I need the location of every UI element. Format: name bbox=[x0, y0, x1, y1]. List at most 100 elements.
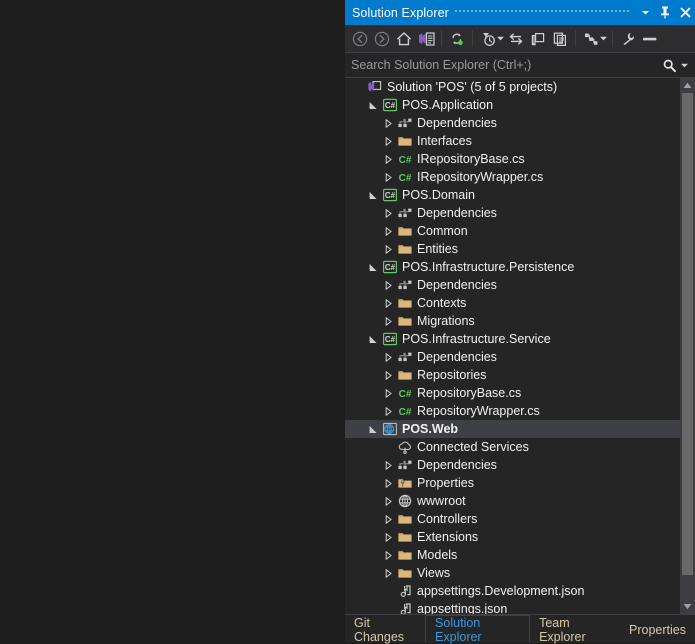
tree-node-dependencies[interactable]: Dependencies bbox=[345, 204, 680, 222]
tab-team-explorer[interactable]: Team Explorer bbox=[530, 615, 620, 644]
tree-twisty-collapsed-icon[interactable] bbox=[380, 546, 396, 564]
search-bar[interactable] bbox=[345, 52, 695, 78]
vertical-scrollbar[interactable] bbox=[680, 78, 695, 614]
back-icon[interactable] bbox=[349, 28, 371, 50]
tree-twisty-collapsed-icon[interactable] bbox=[380, 222, 396, 240]
tree-twisty-expanded-icon[interactable] bbox=[365, 96, 381, 114]
tree-node-entities[interactable]: Entities bbox=[345, 240, 680, 258]
titlebar-drag-handle[interactable] bbox=[454, 0, 629, 25]
tab-git-changes[interactable]: Git Changes bbox=[345, 616, 425, 644]
tab-label: Properties bbox=[629, 622, 687, 637]
tree-twisty-collapsed-icon[interactable] bbox=[380, 132, 396, 150]
search-chevron-down-icon[interactable] bbox=[677, 63, 691, 68]
tree-twisty-collapsed-icon[interactable] bbox=[380, 240, 396, 258]
tree-twisty-collapsed-icon[interactable] bbox=[380, 168, 396, 186]
connected-services-icon bbox=[396, 438, 414, 456]
tree-twisty-collapsed-icon[interactable] bbox=[380, 276, 396, 294]
scrollbar-thumb[interactable] bbox=[682, 93, 693, 575]
tree-node-irepositorywrapper-cs[interactable]: C# IRepositoryWrapper.cs bbox=[345, 168, 680, 186]
collapse-all-icon[interactable] bbox=[527, 28, 549, 50]
tree-node-pos-application[interactable]: C# POS.Application bbox=[345, 96, 680, 114]
tree-node-common[interactable]: Common bbox=[345, 222, 680, 240]
tree-node-repositorywrapper-cs[interactable]: C# RepositoryWrapper.cs bbox=[345, 402, 680, 420]
solution-explorer-icon[interactable] bbox=[415, 28, 437, 50]
tree-node-dependencies[interactable]: Dependencies bbox=[345, 456, 680, 474]
tree-node-connected-services[interactable]: Connected Services bbox=[345, 438, 680, 456]
window-menu-chevron-down-icon[interactable] bbox=[635, 0, 655, 25]
tool-window-tabstrip: Git Changes Solution Explorer Team Explore… bbox=[345, 614, 695, 644]
tree-node-appsettings-json[interactable]: appsettings.json bbox=[345, 600, 680, 614]
tree-twisty-expanded-icon[interactable] bbox=[365, 186, 381, 204]
tree-node-repositorybase-cs[interactable]: C# RepositoryBase.cs bbox=[345, 384, 680, 402]
tree-twisty-collapsed-icon[interactable] bbox=[380, 204, 396, 222]
tree-node-extensions[interactable]: Extensions bbox=[345, 528, 680, 546]
tree-node-pos-web[interactable]: POS.Web bbox=[345, 420, 680, 438]
editor-area-empty bbox=[0, 0, 345, 643]
csharp-project-icon: C# bbox=[381, 96, 399, 114]
scroll-down-icon[interactable] bbox=[680, 599, 695, 614]
tree-node-views[interactable]: Views bbox=[345, 564, 680, 582]
scroll-up-icon[interactable] bbox=[680, 78, 695, 93]
tree-twisty-collapsed-icon[interactable] bbox=[380, 114, 396, 132]
tree-node-wwwroot[interactable]: wwwroot bbox=[345, 492, 680, 510]
tree-twisty-collapsed-icon[interactable] bbox=[380, 474, 396, 492]
tree-twisty-collapsed-icon[interactable] bbox=[380, 366, 396, 384]
tree-node-models[interactable]: Models bbox=[345, 546, 680, 564]
tree-node-dependencies[interactable]: Dependencies bbox=[345, 348, 680, 366]
tree-twisty-collapsed-icon[interactable] bbox=[380, 312, 396, 330]
csharp-project-icon: C# bbox=[381, 258, 399, 276]
tree-twisty-expanded-icon[interactable] bbox=[365, 258, 381, 276]
properties-wrench-icon[interactable] bbox=[617, 28, 639, 50]
tree-twisty-expanded-icon[interactable] bbox=[365, 330, 381, 348]
tree-node-pos-infrastructure-persistence[interactable]: C# POS.Infrastructure.Persistence bbox=[345, 258, 680, 276]
refresh-icon[interactable] bbox=[505, 28, 527, 50]
tree-twisty-collapsed-icon[interactable] bbox=[380, 150, 396, 168]
tree-twisty-expanded-icon[interactable] bbox=[365, 420, 381, 438]
tree-twisty-placeholder bbox=[350, 78, 366, 96]
tree-twisty-collapsed-icon[interactable] bbox=[380, 564, 396, 582]
home-icon[interactable] bbox=[393, 28, 415, 50]
close-icon[interactable] bbox=[675, 0, 695, 25]
dependencies-icon bbox=[396, 456, 414, 474]
tree-node-dependencies[interactable]: Dependencies bbox=[345, 276, 680, 294]
magnifier-icon[interactable] bbox=[662, 58, 677, 73]
tree-twisty-collapsed-icon[interactable] bbox=[380, 528, 396, 546]
view-code-chevron-down-icon[interactable] bbox=[599, 28, 608, 50]
forward-icon[interactable] bbox=[371, 28, 393, 50]
pin-icon[interactable] bbox=[655, 0, 675, 25]
search-input[interactable] bbox=[351, 58, 662, 72]
tree-node-pos-domain[interactable]: C# POS.Domain bbox=[345, 186, 680, 204]
preview-selected-items-icon[interactable] bbox=[639, 28, 661, 50]
tree-node-migrations[interactable]: Migrations bbox=[345, 312, 680, 330]
tree-node-controllers[interactable]: Controllers bbox=[345, 510, 680, 528]
tree-twisty-collapsed-icon[interactable] bbox=[380, 510, 396, 528]
tree-node-appsettings-development-json[interactable]: appsettings.Development.json bbox=[345, 582, 680, 600]
tree-twisty-collapsed-icon[interactable] bbox=[380, 384, 396, 402]
tree-node-pos-infrastructure-service[interactable]: C# POS.Infrastructure.Service bbox=[345, 330, 680, 348]
tree-node-irepositorybase-cs[interactable]: C# IRepositoryBase.cs bbox=[345, 150, 680, 168]
tab-properties[interactable]: Properties bbox=[620, 616, 695, 643]
tree-node-label: Connected Services bbox=[417, 440, 529, 454]
tree-twisty-collapsed-icon[interactable] bbox=[380, 402, 396, 420]
tree-node-label: IRepositoryWrapper.cs bbox=[417, 170, 544, 184]
solution-tree[interactable]: Solution 'POS' (5 of 5 projects) C# POS.Ap… bbox=[345, 78, 680, 614]
sync-with-active-document-icon[interactable] bbox=[446, 28, 468, 50]
pending-changes-chevron-down-icon[interactable] bbox=[496, 28, 505, 50]
tree-twisty-collapsed-icon[interactable] bbox=[380, 492, 396, 510]
solution-icon bbox=[366, 78, 384, 96]
tree-twisty-collapsed-icon[interactable] bbox=[380, 294, 396, 312]
tree-node-interfaces[interactable]: Interfaces bbox=[345, 132, 680, 150]
tab-solution-explorer[interactable]: Solution Explorer bbox=[425, 615, 531, 644]
scrollbar-track[interactable] bbox=[680, 93, 695, 599]
tree-twisty-collapsed-icon[interactable] bbox=[380, 456, 396, 474]
tree-node-solution-pos-5-of-5-projects[interactable]: Solution 'POS' (5 of 5 projects) bbox=[345, 78, 680, 96]
tree-node-contexts[interactable]: Contexts bbox=[345, 294, 680, 312]
svg-text:C#: C# bbox=[399, 155, 412, 166]
tree-node-dependencies[interactable]: Dependencies bbox=[345, 114, 680, 132]
tree-twisty-collapsed-icon[interactable] bbox=[380, 348, 396, 366]
tree-node-repositories[interactable]: Repositories bbox=[345, 366, 680, 384]
show-all-files-icon[interactable] bbox=[549, 28, 571, 50]
svg-text:C#: C# bbox=[385, 191, 396, 200]
tree-node-properties[interactable]: Properties bbox=[345, 474, 680, 492]
tab-label: Team Explorer bbox=[539, 615, 586, 644]
